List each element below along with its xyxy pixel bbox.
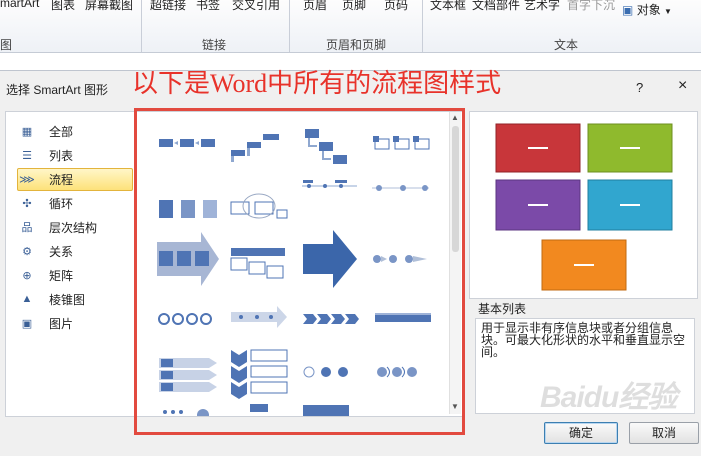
process-icon: ⋙ xyxy=(19,174,35,186)
ribbon-crossref[interactable]: 交叉引用 xyxy=(232,0,280,13)
ribbon-dropcap[interactable]: 首字下沉 xyxy=(567,0,615,13)
close-icon[interactable]: × xyxy=(678,77,687,95)
group-text: 文本 xyxy=(554,38,579,52)
ribbon-bookmark[interactable]: 书签 xyxy=(196,0,220,13)
ribbon-quickparts[interactable]: 文档部件 xyxy=(472,0,520,13)
annotation-red-box xyxy=(134,108,465,435)
group-illustrations: 图 xyxy=(0,38,13,52)
ribbon-smartart[interactable]: martArt xyxy=(0,0,39,10)
category-picture[interactable]: ▣ 图片 xyxy=(18,312,132,334)
help-button[interactable]: ? xyxy=(636,80,643,95)
group-links: 链接 xyxy=(202,38,227,52)
category-pyramid[interactable]: ▲ 棱锥图 xyxy=(18,288,132,310)
cycle-icon: ✣ xyxy=(22,197,32,210)
all-icon: ▦ xyxy=(21,125,33,138)
category-all[interactable]: ▦ 全部 xyxy=(18,120,132,142)
ribbon-footer[interactable]: 页脚 xyxy=(342,0,366,13)
category-hierarchy[interactable]: 品层次结构 xyxy=(18,216,132,238)
ribbon-separator xyxy=(141,0,142,52)
category-cycle[interactable]: ✣ 循环 xyxy=(18,192,132,214)
category-list: ▦ 全部 ☰ 列表 ⋙ 流程 ✣ 循环 品层次结构 ⚙ 关系 ⊕ 矩阵 ▲ 棱锥图 ▣ 图片 xyxy=(5,111,135,417)
category-relationship[interactable]: ⚙ 关系 xyxy=(18,240,132,262)
matrix-icon: ⊕ xyxy=(22,269,32,282)
preview-pane xyxy=(469,111,698,299)
category-matrix[interactable]: ⊕ 矩阵 xyxy=(18,264,132,286)
ribbon-hyperlink[interactable]: 超链接 xyxy=(150,0,186,13)
ribbon-textbox[interactable]: 文本框 xyxy=(430,0,466,13)
chevron-down-icon: ▼ xyxy=(664,7,672,16)
pyramid-icon: ▲ xyxy=(21,293,33,305)
dialog-title: 选择 SmartArt 图形 xyxy=(6,83,109,97)
ribbon-screenshot[interactable]: 屏幕截图 xyxy=(85,0,133,13)
ribbon-separator xyxy=(289,0,290,52)
group-header-footer: 页眉和页脚 xyxy=(326,38,387,52)
relationship-icon: ⚙ xyxy=(22,245,32,258)
annotation-caption: 以下是Word中所有的流程图样式 xyxy=(132,69,502,98)
category-list-item[interactable]: ☰ 列表 xyxy=(18,144,132,166)
baidu-watermark: Baidu经验 xyxy=(540,381,677,414)
preview-basic-list xyxy=(495,123,673,291)
ribbon-chart[interactable]: 图表 xyxy=(51,0,75,13)
cancel-button[interactable]: 取消 xyxy=(629,422,699,444)
picture-icon: ▣ xyxy=(21,317,33,330)
ribbon-pagenum[interactable]: 页码 xyxy=(384,0,408,13)
ribbon: martArt 图表 屏幕截图 超链接 书签 交叉引用 页眉 页脚 页码 文本框… xyxy=(0,0,701,53)
ribbon-separator xyxy=(422,0,423,52)
preview-title: 基本列表 xyxy=(478,302,527,316)
ribbon-object[interactable]: ▣ 对象 ▼ xyxy=(622,1,672,18)
list-icon: ☰ xyxy=(22,149,32,162)
ribbon-header[interactable]: 页眉 xyxy=(303,0,327,13)
ok-button[interactable]: 确定 xyxy=(544,422,618,444)
object-icon: ▣ xyxy=(622,3,634,17)
ribbon-wordart[interactable]: 艺术字 xyxy=(524,0,560,13)
hierarchy-icon: 品 xyxy=(21,222,33,234)
category-process[interactable]: ⋙ 流程 xyxy=(17,168,133,191)
